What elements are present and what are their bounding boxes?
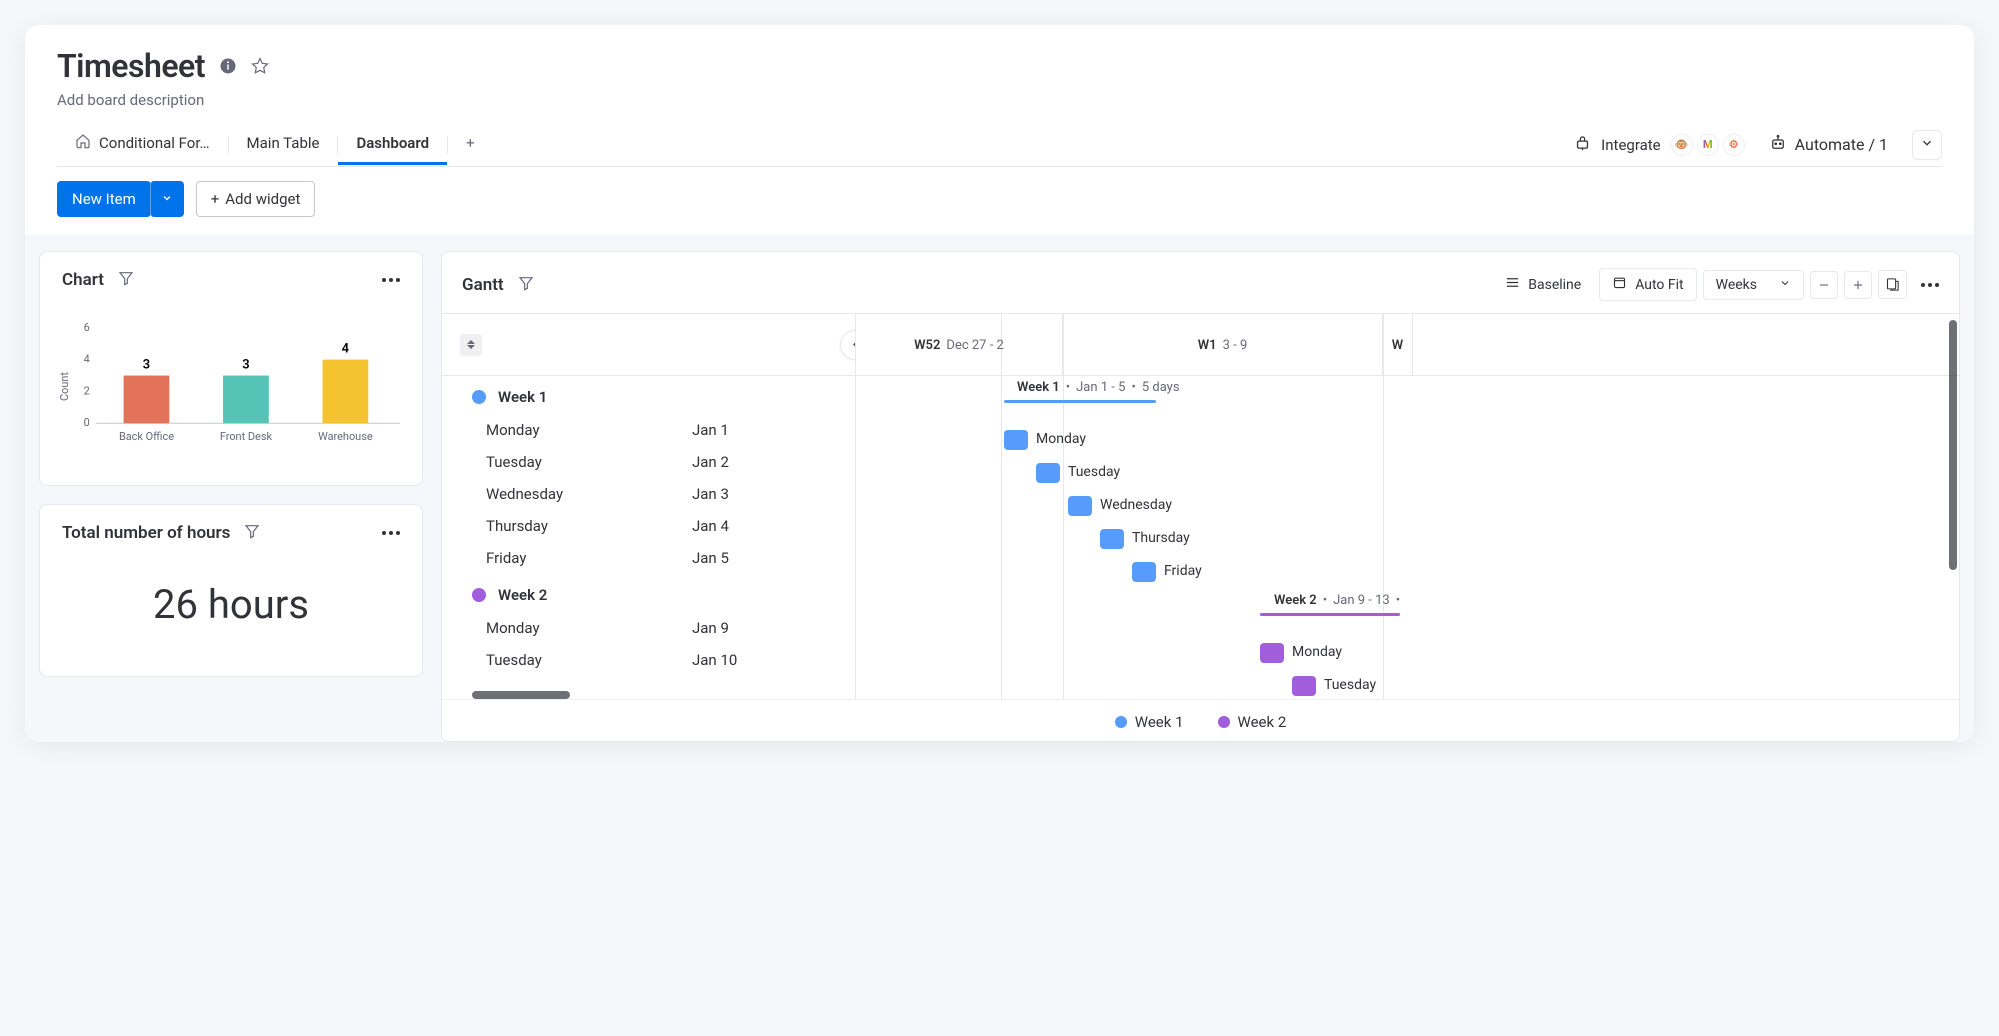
board-title: Timesheet [57, 47, 205, 85]
svg-text:6: 6 [84, 321, 90, 334]
task-row[interactable]: TuesdayJan 10 [442, 644, 855, 676]
gantt-bar[interactable]: Tuesday [1292, 676, 1316, 696]
plus-icon: + [466, 134, 475, 152]
plus-icon: + [211, 190, 220, 208]
chevron-down-icon [1779, 277, 1791, 293]
chevron-down-icon [1920, 135, 1934, 154]
robot-icon [1769, 134, 1787, 156]
tab-conditional[interactable]: Conditional For… [57, 123, 228, 166]
automate-button[interactable]: Automate / 1 [1769, 124, 1888, 166]
svg-text:3: 3 [143, 358, 150, 373]
group-week2[interactable]: Week 2 [442, 574, 855, 612]
tab-main-table[interactable]: Main Table [229, 124, 338, 165]
gantt-widget: Gantt Baseline Auto Fit Weeks [441, 251, 1960, 742]
home-icon [75, 133, 91, 153]
mailchimp-icon: 🐵 [1671, 134, 1693, 156]
bar-front-desk [223, 376, 269, 424]
zoom-out-button[interactable] [1810, 271, 1838, 299]
group-week1[interactable]: Week 1 [442, 376, 855, 414]
hours-value: 26 hours [40, 553, 422, 676]
gantt-bar[interactable]: Tuesday [1036, 463, 1060, 483]
group-dot-icon [472, 390, 486, 404]
task-row[interactable]: MondayJan 9 [442, 612, 855, 644]
tab-add[interactable]: + [448, 124, 493, 165]
task-row[interactable]: ThursdayJan 4 [442, 510, 855, 542]
task-row[interactable]: MondayJan 1 [442, 414, 855, 446]
svg-text:0: 0 [84, 416, 90, 429]
baseline-icon [1505, 275, 1520, 294]
svg-text:4: 4 [84, 353, 90, 366]
baseline-button[interactable]: Baseline [1493, 269, 1593, 300]
gantt-bar[interactable]: Wednesday [1068, 496, 1092, 516]
board-subtitle[interactable]: Add board description [57, 91, 1942, 109]
task-row[interactable]: WednesdayJan 3 [442, 478, 855, 510]
bar-chart: Count 0 2 4 6 3 Back Office 3 Front Des [52, 304, 410, 459]
svg-text:3: 3 [242, 358, 249, 373]
vertical-scrollbar[interactable] [1949, 320, 1957, 570]
gantt-legend: Week 1 Week 2 [442, 699, 1959, 741]
hours-more[interactable] [382, 531, 400, 535]
integrate-label: Integrate [1601, 136, 1660, 154]
autofit-icon [1612, 275, 1627, 294]
bar-back-office [124, 376, 170, 424]
automate-label: Automate / 1 [1795, 135, 1888, 154]
collapse-left-button[interactable] [840, 330, 856, 360]
gantt-title: Gantt [462, 275, 504, 295]
filter-icon[interactable] [244, 523, 260, 543]
hours-title: Total number of hours [62, 523, 230, 543]
task-row[interactable]: FridayJan 5 [442, 542, 855, 574]
gantt-bar[interactable]: Monday [1260, 643, 1284, 663]
chart-widget: Chart Count 0 2 4 6 [39, 251, 423, 486]
gantt-bar[interactable]: Thursday [1100, 529, 1124, 549]
gantt-more[interactable] [1921, 283, 1939, 287]
add-widget-button[interactable]: + Add widget [196, 181, 316, 217]
tab-label: Dashboard [356, 134, 429, 152]
svg-text:Back Office: Back Office [119, 430, 174, 443]
filter-icon[interactable] [118, 270, 134, 290]
svg-text:4: 4 [342, 342, 350, 357]
add-widget-label: Add widget [225, 190, 300, 208]
tab-label: Conditional For… [99, 134, 210, 152]
autofit-button[interactable]: Auto Fit [1599, 268, 1696, 301]
svg-text:Count: Count [58, 372, 71, 401]
svg-text:Front Desk: Front Desk [220, 430, 273, 443]
bar-warehouse [322, 360, 368, 424]
task-row[interactable]: TuesdayJan 2 [442, 446, 855, 478]
gantt-bar[interactable]: Friday [1132, 562, 1156, 582]
integrate-button[interactable]: Integrate 🐵 M ⚙ [1574, 124, 1744, 166]
hubspot-icon: ⚙ [1723, 134, 1745, 156]
group-dot-icon [472, 588, 486, 602]
timeline-header: W52Dec 27 - 2 W13 - 9 W [856, 314, 1959, 376]
horizontal-scrollbar[interactable] [472, 691, 570, 699]
new-item-label: New Item [72, 190, 136, 208]
zoom-in-button[interactable] [1844, 271, 1872, 299]
new-item-button[interactable]: New Item [57, 181, 151, 217]
chart-more[interactable] [382, 278, 400, 282]
tab-dashboard[interactable]: Dashboard [338, 124, 447, 165]
svg-text:Warehouse: Warehouse [318, 430, 373, 443]
export-button[interactable] [1878, 270, 1907, 299]
tabs: Conditional For… Main Table Dashboard + … [57, 123, 1942, 167]
integrate-icon [1574, 134, 1591, 155]
info-icon[interactable] [219, 57, 237, 75]
star-icon[interactable] [251, 57, 269, 75]
collapse-button[interactable] [1912, 130, 1942, 160]
new-item-dropdown[interactable] [150, 181, 184, 217]
gmail-icon: M [1697, 134, 1719, 156]
sort-toggle[interactable] [460, 334, 482, 356]
hours-widget: Total number of hours 26 hours [39, 504, 423, 677]
svg-text:2: 2 [84, 384, 90, 397]
filter-icon[interactable] [518, 275, 534, 295]
period-select[interactable]: Weeks [1703, 270, 1804, 300]
gantt-bar[interactable]: Monday [1004, 430, 1028, 450]
chart-title: Chart [62, 270, 104, 290]
tab-label: Main Table [247, 134, 320, 152]
chevron-down-icon [161, 190, 173, 208]
